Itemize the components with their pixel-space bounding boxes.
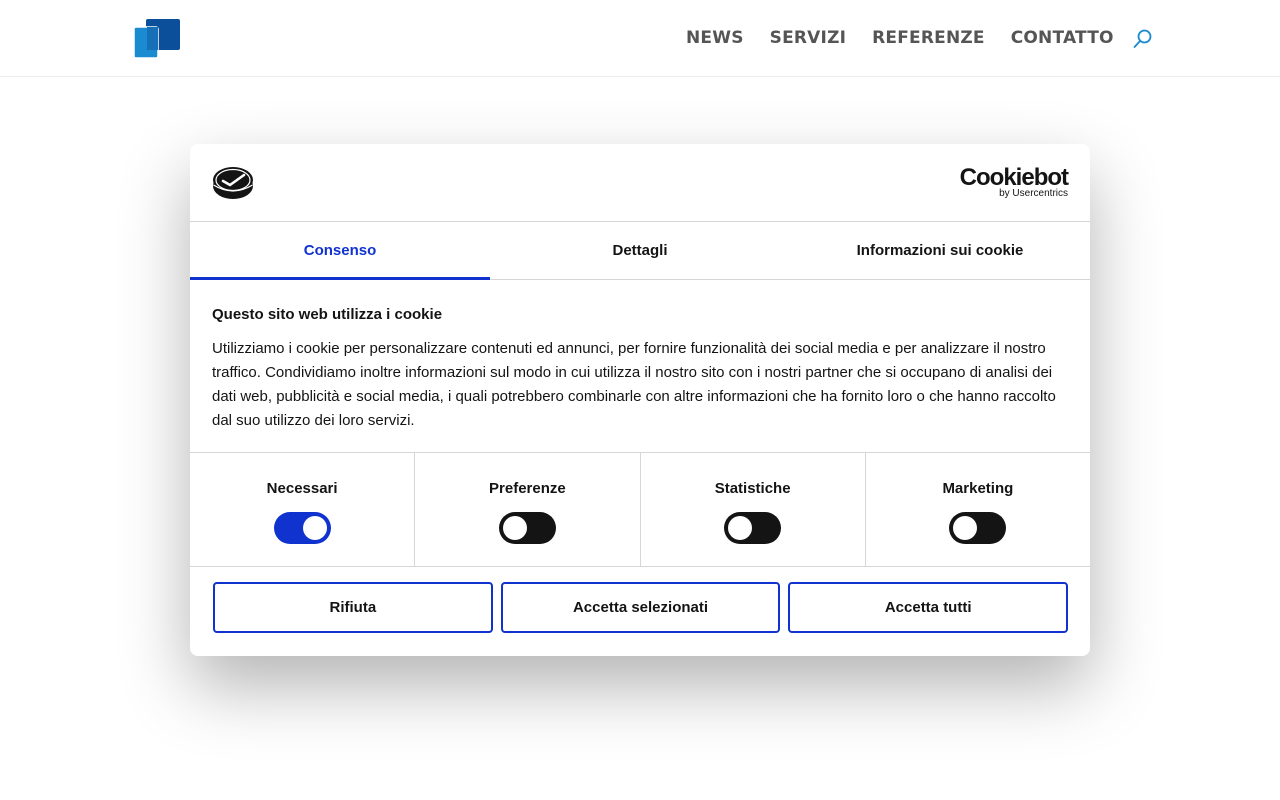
tab-dettagli[interactable]: Dettagli [490,222,790,279]
consent-text: Utilizziamo i cookie per personalizzare … [212,340,1056,429]
necessari-toggle[interactable] [273,512,331,544]
toggle-knob [953,516,978,540]
company-logo-icon[interactable] [133,18,181,58]
statistiche-toggle[interactable] [724,512,782,544]
tab-informazioni[interactable]: Informazioni sui cookie [790,222,1090,279]
category-toggles: Necessari Preferenze Statistiche Marketi… [190,453,1090,567]
site-header: NEWS SERVIZI REFERENZE CONTATTO [0,0,1280,77]
category-label: Necessari [266,480,338,497]
reject-button[interactable]: Rifiuta [213,582,493,633]
main-nav: NEWS SERVIZI REFERENZE CONTATTO [686,27,1114,49]
cookiebot-logo[interactable]: Cookiebot by Usercentrics [959,164,1069,199]
dialog-header: Cookiebot by Usercentrics [190,144,1090,222]
preferenze-toggle[interactable] [498,512,556,544]
category-label: Preferenze [489,480,566,497]
nav-referenze[interactable]: REFERENZE [872,27,985,49]
consent-title: Questo sito web utilizza i cookie [212,306,443,323]
category-marketing: Marketing [866,453,1090,566]
tab-consenso[interactable]: Consenso [190,222,490,280]
nav-news[interactable]: NEWS [686,27,744,49]
cookie-consent-dialog: Cookiebot by Usercentrics Consenso Detta… [190,144,1090,656]
category-label: Statistiche [714,480,791,497]
category-preferenze: Preferenze [415,453,641,566]
marketing-toggle[interactable] [949,512,1007,544]
accept-selected-button[interactable]: Accetta selezionati [500,582,781,633]
nav-contatto[interactable]: CONTATTO [1011,27,1114,49]
toggle-knob [502,516,527,540]
search-icon[interactable] [1133,29,1153,49]
cookie-brand-icon [213,167,253,199]
cookiebot-name: Cookiebot [959,164,1069,191]
consent-buttons: Rifiuta Accetta selezionati Accetta tutt… [190,567,1090,633]
nav-servizi[interactable]: SERVIZI [770,27,846,49]
category-label: Marketing [942,480,1014,497]
consent-body: Questo sito web utilizza i cookie Utiliz… [190,280,1090,453]
category-statistiche: Statistiche [641,453,866,566]
category-necessari: Necessari [190,453,416,566]
accept-all-button[interactable]: Accetta tutti [788,582,1069,633]
toggle-knob [302,516,327,540]
toggle-knob [728,516,753,540]
dialog-tabs: Consenso Dettagli Informazioni sui cooki… [190,222,1090,280]
